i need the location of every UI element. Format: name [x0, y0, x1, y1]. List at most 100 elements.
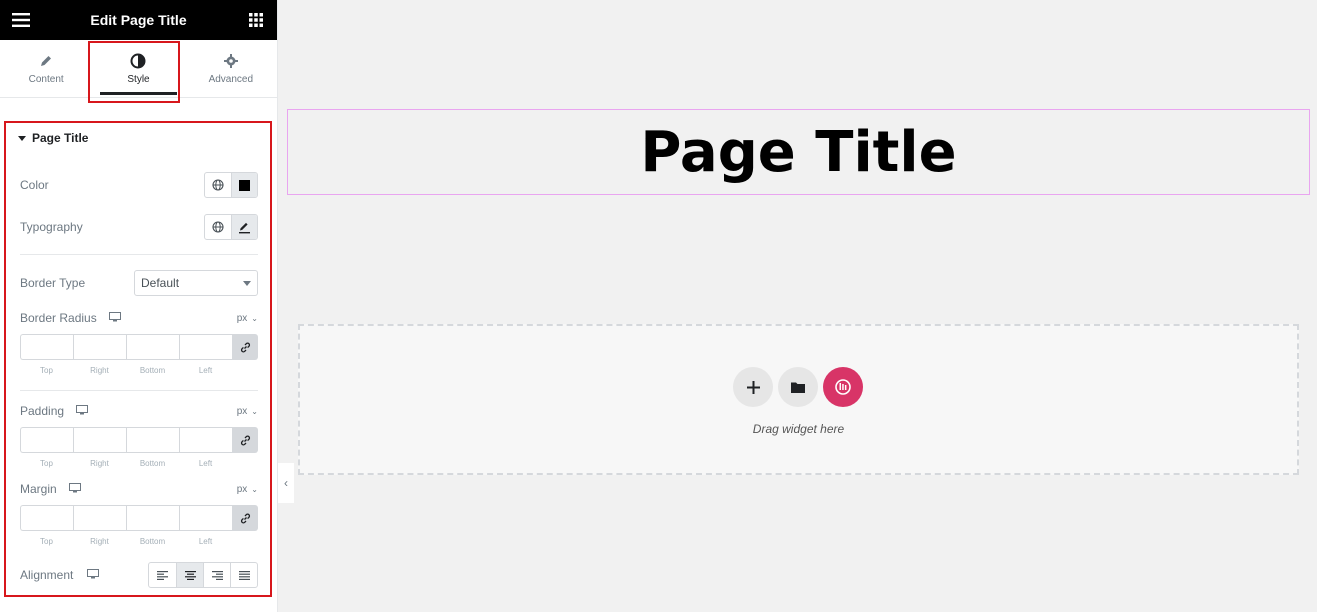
gear-icon — [223, 53, 238, 69]
desktop-device-icon[interactable] — [87, 568, 100, 582]
border-radius-left-input[interactable] — [179, 334, 232, 360]
border-radius-unit-select[interactable]: px ⌄ — [237, 313, 258, 324]
divider — [20, 390, 258, 391]
margin-bottom-input[interactable] — [126, 505, 179, 531]
padding-label: Padding — [20, 404, 65, 418]
page-title-section: Page Title Color Typography Border Type — [18, 122, 258, 588]
color-picker-button[interactable] — [231, 173, 257, 197]
add-template-button[interactable] — [778, 367, 818, 407]
align-center-icon[interactable] — [176, 563, 203, 587]
border-radius-inputs — [20, 334, 258, 360]
section-header[interactable]: Page Title — [18, 122, 258, 154]
padding-unit-select[interactable]: px ⌄ — [237, 406, 258, 417]
padding-header: Padding px ⌄ — [20, 403, 258, 419]
margin-dim-labels: Top Right Bottom Left — [20, 537, 232, 546]
dim-label-right: Right — [90, 537, 109, 546]
tab-content[interactable]: Content — [0, 40, 92, 97]
alignment-buttons — [148, 562, 258, 588]
desktop-device-icon[interactable] — [108, 311, 121, 325]
section-title: Page Title — [32, 131, 89, 145]
dim-label-left: Left — [198, 537, 213, 546]
typography-label: Typography — [20, 220, 83, 234]
caret-down-icon — [18, 135, 26, 141]
align-right-icon[interactable] — [203, 563, 230, 587]
margin-unit-select[interactable]: px ⌄ — [237, 484, 258, 495]
widgets-grid-icon[interactable] — [247, 11, 265, 29]
padding-left-input[interactable] — [179, 427, 232, 453]
tab-style[interactable]: Style — [92, 40, 184, 97]
drag-widget-hint: Drag widget here — [752, 422, 845, 436]
typography-control: Typography — [20, 214, 258, 240]
padding-bottom-input[interactable] — [126, 427, 179, 453]
alignment-control: Alignment — [20, 562, 258, 588]
collapse-panel-chevron-icon[interactable]: ‹ — [278, 463, 294, 503]
dim-label-left: Left — [198, 459, 213, 468]
dropdown-arrow-icon — [243, 280, 251, 286]
desktop-device-icon[interactable] — [68, 482, 81, 496]
dim-label-left: Left — [198, 366, 213, 375]
padding-top-input[interactable] — [20, 427, 73, 453]
dim-label-right: Right — [90, 366, 109, 375]
addon-logo-icon — [835, 379, 851, 395]
hamburger-menu-icon[interactable] — [12, 11, 30, 29]
tab-content-label: Content — [28, 73, 64, 85]
dim-label-top: Top — [40, 366, 53, 375]
tab-advanced-label: Advanced — [208, 73, 254, 85]
dim-label-top: Top — [40, 537, 53, 546]
border-radius-header: Border Radius px ⌄ — [20, 310, 258, 326]
page-title-heading: Page Title — [640, 119, 957, 185]
color-buttons — [204, 172, 258, 198]
border-radius-right-input[interactable] — [73, 334, 126, 360]
align-left-icon[interactable] — [149, 563, 176, 587]
link-values-icon[interactable] — [232, 505, 258, 531]
addon-library-button[interactable] — [823, 367, 863, 407]
tab-advanced[interactable]: Advanced — [185, 40, 277, 97]
edit-typography-icon[interactable] — [231, 215, 257, 239]
add-section-button[interactable] — [733, 367, 773, 407]
margin-inputs — [20, 505, 258, 531]
empty-section-dropzone[interactable]: Drag widget here — [298, 324, 1299, 475]
padding-inputs — [20, 427, 258, 453]
divider — [20, 254, 258, 255]
tab-style-label: Style — [127, 73, 150, 85]
plus-icon — [746, 380, 760, 394]
panel-tabs: Content Style Advanced — [0, 40, 277, 98]
margin-header: Margin px ⌄ — [20, 481, 258, 497]
dim-label-bottom: Bottom — [139, 537, 166, 546]
margin-right-input[interactable] — [73, 505, 126, 531]
border-type-select[interactable]: Default — [134, 270, 258, 296]
dropzone-buttons — [733, 367, 863, 407]
padding-dim-labels: Top Right Bottom Left — [20, 459, 232, 468]
dim-label-right: Right — [90, 459, 109, 468]
folder-icon — [791, 382, 805, 393]
panel-header: Edit Page Title — [0, 0, 277, 40]
global-colors-icon[interactable] — [205, 173, 231, 197]
typography-buttons — [204, 214, 258, 240]
pencil-icon — [39, 53, 53, 69]
margin-left-input[interactable] — [179, 505, 232, 531]
margin-top-input[interactable] — [20, 505, 73, 531]
border-type-control: Border Type Default — [20, 270, 258, 296]
global-fonts-icon[interactable] — [205, 215, 231, 239]
contrast-icon — [130, 53, 146, 69]
color-swatch — [239, 179, 250, 191]
align-justify-icon[interactable] — [230, 563, 257, 587]
border-radius-bottom-input[interactable] — [126, 334, 179, 360]
dim-label-top: Top — [40, 459, 53, 468]
margin-label: Margin — [20, 482, 57, 496]
color-label: Color — [20, 178, 49, 192]
page-title-widget[interactable]: Page Title — [287, 109, 1310, 195]
color-control: Color — [20, 172, 258, 198]
dim-label-bottom: Bottom — [139, 366, 166, 375]
border-type-label: Border Type — [20, 276, 86, 290]
dim-label-bottom: Bottom — [139, 459, 166, 468]
border-radius-dim-labels: Top Right Bottom Left — [20, 366, 232, 375]
border-radius-top-input[interactable] — [20, 334, 73, 360]
link-values-icon[interactable] — [232, 427, 258, 453]
border-type-value: Default — [141, 276, 180, 290]
panel-title: Edit Page Title — [90, 12, 187, 28]
padding-right-input[interactable] — [73, 427, 126, 453]
desktop-device-icon[interactable] — [76, 404, 89, 418]
alignment-label: Alignment — [20, 568, 74, 582]
link-values-icon[interactable] — [232, 334, 258, 360]
